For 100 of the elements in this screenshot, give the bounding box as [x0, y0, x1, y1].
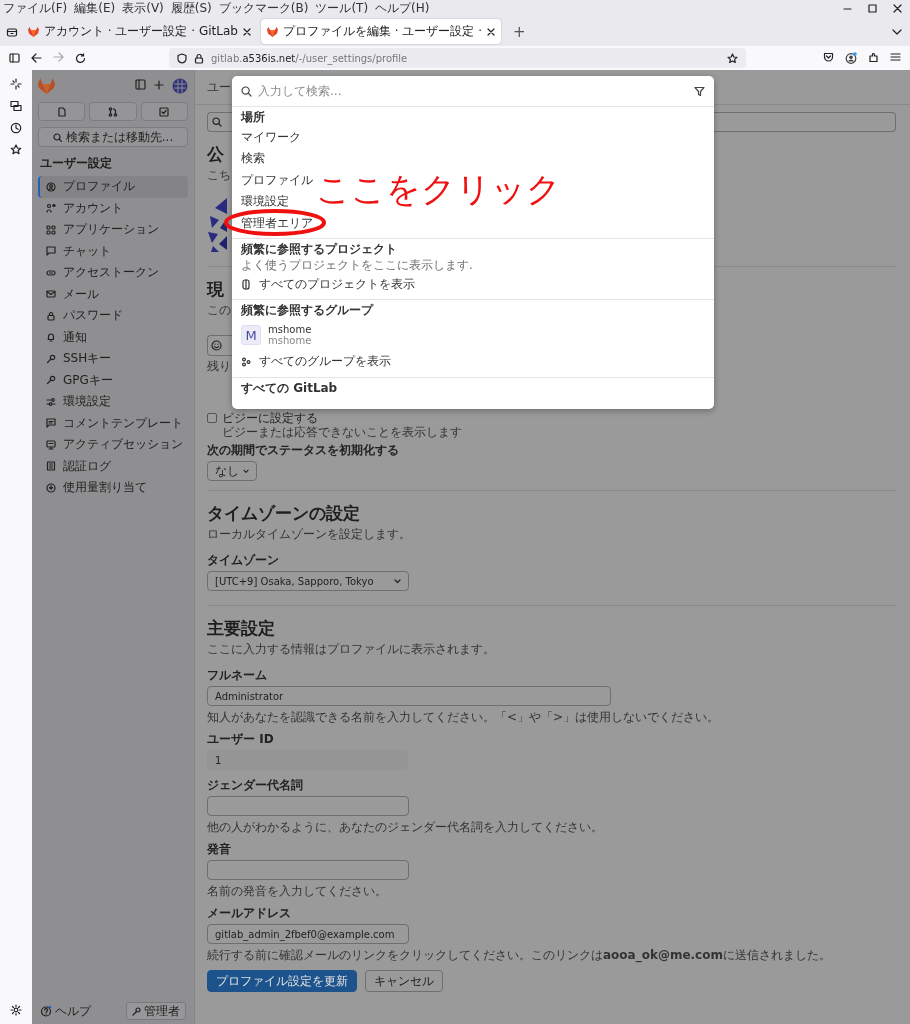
cancel-button[interactable]: キャンセル: [365, 970, 443, 992]
field-label: 発音: [207, 842, 231, 856]
filter-icon[interactable]: [694, 85, 705, 97]
menu-item[interactable]: ツール(T): [315, 0, 369, 17]
star-icon[interactable]: [10, 144, 22, 156]
sidebar-title: ユーザー設定: [39, 156, 112, 170]
dropdown[interactable]: [UTC+9] Osaka, Sapporo, Tokyo: [207, 571, 409, 591]
profile-icon: [46, 181, 56, 192]
plus-icon[interactable]: [154, 80, 164, 90]
close-icon[interactable]: [242, 27, 251, 36]
field-label: タイムゾーン: [207, 553, 279, 567]
help-link[interactable]: ヘルプ: [40, 1002, 91, 1020]
pocket-icon[interactable]: [823, 52, 834, 62]
close-icon[interactable]: [486, 27, 495, 36]
chevron-down-icon[interactable]: [892, 27, 902, 36]
sidebar-item[interactable]: チャット: [38, 240, 188, 262]
sliders-icon: [46, 396, 56, 407]
todo-button[interactable]: [140, 102, 188, 121]
shield-icon: [177, 52, 187, 64]
section-title: 頻繁に参照するプロジェクト: [241, 241, 397, 256]
section-title: 頻繁に参照するグループ: [241, 303, 373, 317]
sidebar-item[interactable]: メール: [38, 283, 188, 305]
field-label: ジェンダー代名詞: [207, 778, 303, 792]
sidebar-item[interactable]: 環境設定: [38, 391, 188, 413]
group-name[interactable]: mshome: [268, 324, 312, 335]
browser-tab[interactable]: プロファイルを編集 · ユーザー設定 ·: [260, 19, 501, 44]
bookmark-star-icon[interactable]: [727, 52, 738, 64]
account-icon: [46, 203, 56, 214]
sidebar-item[interactable]: GPGキー: [38, 369, 188, 391]
sidebar-item[interactable]: コメントテンプレート: [38, 412, 188, 434]
dropdown[interactable]: なし: [207, 461, 257, 481]
search-button[interactable]: 検索または移動先...: [38, 127, 188, 147]
close-icon[interactable]: [893, 4, 902, 13]
search-field[interactable]: [714, 112, 896, 132]
description-text: 名前の発音を入力してください。: [207, 884, 387, 898]
section-heading: 主要設定: [207, 618, 275, 638]
apps-icon: [46, 224, 56, 235]
menu-icon[interactable]: [890, 52, 901, 62]
maximize-icon[interactable]: [868, 4, 877, 13]
admin-button[interactable]: 管理者: [126, 1002, 186, 1020]
sidebar-item[interactable]: 使用量割り当て: [38, 477, 188, 499]
lock-icon: [46, 310, 56, 321]
update-button[interactable]: プロファイル設定を更新: [207, 970, 357, 992]
new-tab-button[interactable]: +: [504, 22, 534, 41]
section-heading: 現: [207, 279, 224, 299]
fox-logo-icon: [266, 26, 278, 37]
input-field[interactable]: [207, 860, 409, 880]
reload-icon[interactable]: [75, 52, 86, 64]
section-title: 場所: [241, 110, 265, 124]
key-icon: [46, 353, 56, 364]
menu-item[interactable]: ヘルプ(H): [375, 0, 430, 17]
sidebar-item[interactable]: プロファイル: [38, 176, 188, 198]
extensions-icon[interactable]: [868, 52, 879, 63]
menu-item[interactable]: 検索: [241, 151, 265, 166]
back-arrow-icon[interactable]: [31, 53, 42, 63]
project-icon: [241, 278, 251, 290]
sidebar-item[interactable]: アプリケーション: [38, 219, 188, 241]
issues-button[interactable]: [38, 102, 86, 121]
menu-item[interactable]: マイワーク: [241, 129, 301, 144]
merge-requests-button[interactable]: [89, 102, 137, 121]
section-heading: 公: [207, 144, 224, 164]
menu-item[interactable]: 環境設定: [241, 194, 289, 209]
group-path: mshome: [268, 335, 312, 346]
address-bar[interactable]: gitlab.a536is.net/-/user_settings/profile: [169, 48, 746, 68]
history-icon[interactable]: [10, 122, 22, 134]
sidebar-item[interactable]: SSHキー: [38, 348, 188, 370]
menu-item[interactable]: ファイル(F): [3, 0, 68, 17]
search-placeholder[interactable]: 入力して検索...: [258, 82, 342, 100]
menu-item[interactable]: 表示(V): [122, 0, 164, 17]
input-field[interactable]: gitlab_admin_2fbef0@example.com: [207, 924, 409, 944]
sidebar-item[interactable]: 通知: [38, 326, 188, 348]
field-label: 次の期間でステータスを初期化する: [207, 443, 399, 457]
input-field[interactable]: Administrator: [207, 686, 611, 706]
sidebar-item[interactable]: アクティブセッション: [38, 434, 188, 456]
sidebar-toggle-icon[interactable]: [9, 53, 20, 63]
description-text: 他の人がわかるように、あなたのジェンダー代名詞を入力してください。: [207, 820, 603, 834]
menu-item[interactable]: ブックマーク(B): [218, 0, 309, 17]
input-field[interactable]: [207, 796, 409, 816]
settings-icon[interactable]: [10, 1004, 22, 1016]
description-text: ローカルタイムゾーンを設定します。: [207, 527, 411, 541]
menu-item[interactable]: 履歴(S): [170, 0, 212, 17]
user-avatar-icon[interactable]: [172, 78, 188, 94]
sidebar-item[interactable]: 認証ログ: [38, 455, 188, 477]
menu-item[interactable]: 編集(E): [74, 0, 116, 17]
sidebar-item[interactable]: アクセストークン: [38, 262, 188, 284]
account-icon[interactable]: [845, 52, 857, 64]
sidebar-toggle-icon[interactable]: [135, 79, 146, 90]
menu-item[interactable]: すべてのプロジェクトを表示: [241, 273, 415, 295]
browser-tab[interactable]: アカウント · ユーザー設定 · GitLab: [22, 19, 257, 44]
tab-list-icon[interactable]: [6, 25, 18, 38]
breadcrumb[interactable]: ユー: [207, 78, 231, 96]
sidebar-item[interactable]: パスワード: [38, 305, 188, 327]
help-icon: [40, 1005, 52, 1017]
section-title: すべての GitLab: [241, 380, 338, 395]
menu-item[interactable]: プロファイル: [241, 172, 313, 187]
synced-tabs-icon[interactable]: [10, 100, 22, 112]
checkbox[interactable]: [207, 413, 217, 423]
sidebar-item[interactable]: アカウント: [38, 197, 188, 219]
menu-item[interactable]: すべてのグループを表示: [241, 351, 391, 373]
sparkle-icon[interactable]: [10, 78, 22, 90]
